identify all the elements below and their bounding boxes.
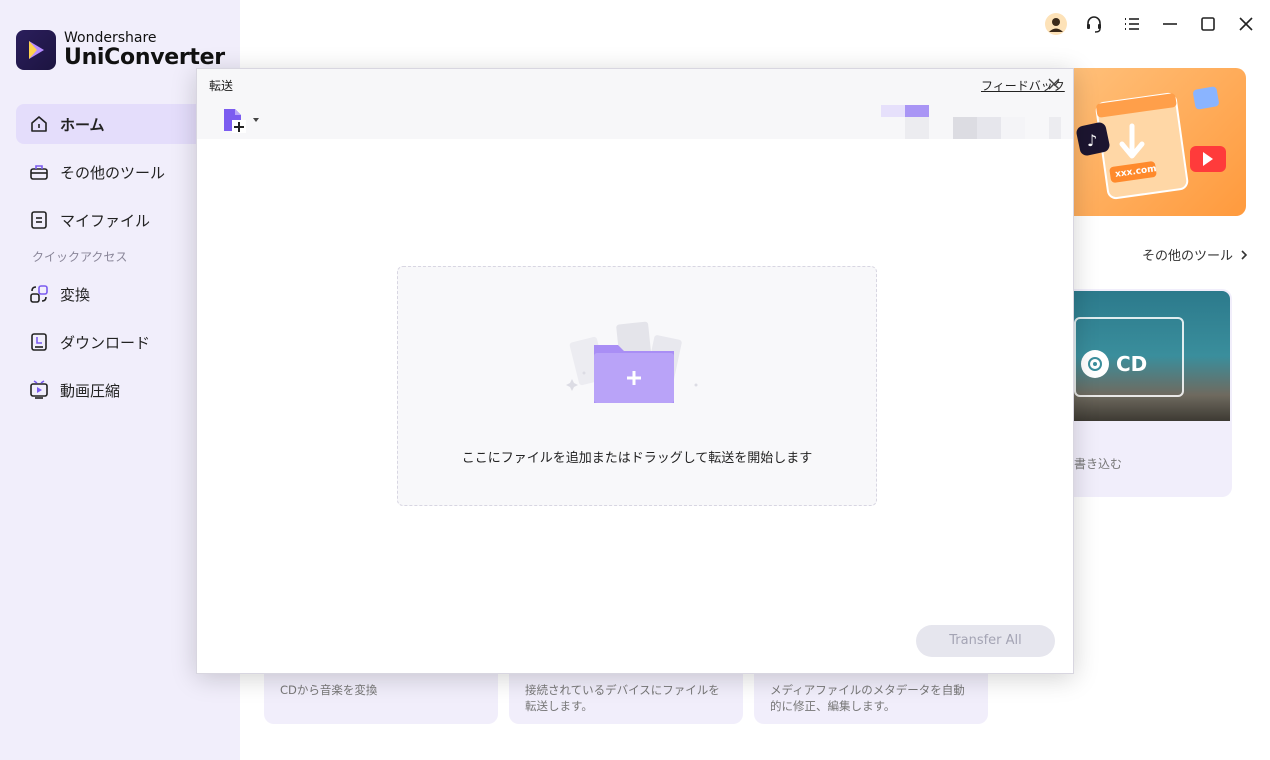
more-tools-label: その他のツール xyxy=(1142,249,1234,264)
chevron-down-icon[interactable] xyxy=(251,115,261,125)
cd-label-text: CD xyxy=(1116,352,1148,376)
sidebar-item-label: ダウンロード xyxy=(60,333,151,352)
svg-text:♪: ♪ xyxy=(1087,131,1097,150)
sidebar-item-label: 変換 xyxy=(60,285,91,304)
add-file-icon xyxy=(224,109,246,133)
brand: Wondershare UniConverter xyxy=(16,30,225,70)
window-controls xyxy=(1044,12,1258,36)
account-avatar-icon[interactable] xyxy=(1044,12,1068,36)
bottom-card-metadata[interactable]: メディアファイルのメタデータを自動的に修正、編集します。 xyxy=(754,672,988,724)
add-folder-icon xyxy=(566,321,698,403)
brand-name-bottom: UniConverter xyxy=(64,45,225,70)
maximize-icon[interactable] xyxy=(1196,12,1220,36)
transfer-dialog: 転送 フィードバック ここにファイルを追加またはドラッグして転送を開始します T… xyxy=(196,68,1074,674)
download-icon xyxy=(28,331,50,353)
disc-icon xyxy=(1081,350,1109,378)
sidebar-item-label: マイファイル xyxy=(60,211,151,230)
close-icon[interactable] xyxy=(1046,76,1062,92)
add-file-button[interactable] xyxy=(221,107,261,133)
cd-title: CD xyxy=(1080,349,1147,379)
file-icon xyxy=(28,209,50,231)
bottom-card-transfer[interactable]: 接続されているデバイスにファイルを転送します。 xyxy=(509,672,743,724)
sidebar-item-label: 動画圧縮 xyxy=(60,381,121,400)
close-window-icon[interactable] xyxy=(1234,12,1258,36)
home-icon xyxy=(28,113,50,135)
menu-icon[interactable] xyxy=(1120,12,1144,36)
convert-icon xyxy=(28,283,50,305)
device-selector-placeholder xyxy=(881,105,1061,139)
chevron-right-icon xyxy=(1241,249,1248,260)
bottom-card-cd-ripper[interactable]: CDから音楽を変換 xyxy=(264,672,498,724)
file-drop-zone[interactable]: ここにファイルを追加またはドラッグして転送を開始します xyxy=(397,266,877,506)
sidebar-item-label: ホーム xyxy=(60,115,105,134)
dialog-header: 転送 フィードバック xyxy=(197,69,1073,139)
downloader-banner[interactable]: ♪ xxx.com xyxy=(1070,68,1246,216)
cd-burner-card[interactable]: CD 書き込む xyxy=(1070,289,1232,497)
drop-zone-text: ここにファイルを追加またはドラッグして転送を開始します xyxy=(461,451,813,466)
more-tools-link[interactable]: その他のツール xyxy=(1142,245,1249,264)
cd-card-image: CD xyxy=(1070,291,1230,421)
cd-card-description: 書き込む xyxy=(1074,457,1123,471)
sidebar-item-label: その他のツール xyxy=(60,163,166,182)
dialog-title: 転送 xyxy=(209,79,234,93)
app-logo-icon xyxy=(16,30,56,70)
compress-icon xyxy=(28,379,50,401)
minimize-icon[interactable] xyxy=(1158,12,1182,36)
brand-name-top: Wondershare xyxy=(64,30,157,46)
transfer-all-button[interactable]: Transfer All xyxy=(916,625,1055,657)
support-headset-icon[interactable] xyxy=(1082,12,1106,36)
toolbox-icon xyxy=(28,161,50,183)
